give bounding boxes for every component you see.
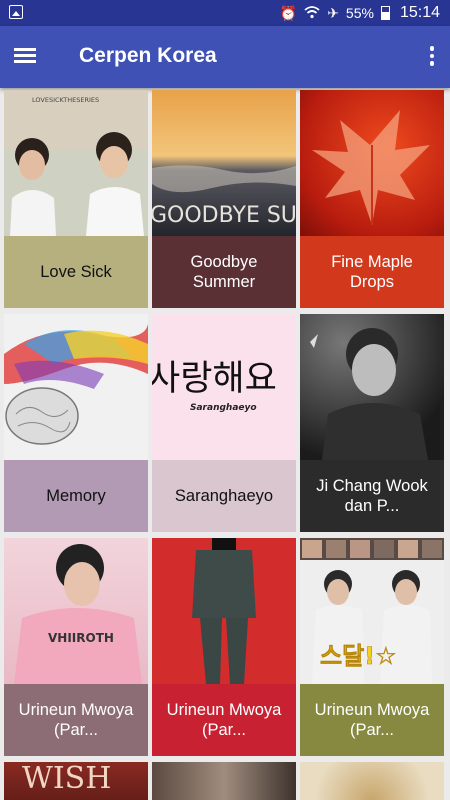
story-thumbnail: LOVESICKTHESERIES — [4, 90, 148, 236]
story-card[interactable] — [300, 762, 444, 800]
image-notification-icon — [9, 5, 23, 19]
story-thumbnail: 사랑해요 Saranghaeyo — [152, 314, 296, 460]
story-thumbnail: 스달!☆ — [300, 538, 444, 684]
story-card[interactable]: LOVESICKTHESERIES Love Sick — [4, 90, 148, 308]
alarm-icon: ⏰ — [279, 5, 298, 21]
status-bar: ⏰ ✈ 55% 15:14 — [0, 0, 450, 26]
story-grid: LOVESICKTHESERIES Love Sick GOODBYE SUMM… — [4, 90, 446, 800]
thumb-text: LOVESICKTHESERIES — [32, 96, 99, 104]
story-card[interactable]: Ji Chang Wook dan P... — [300, 314, 444, 532]
thumb-text: WISH — [22, 762, 111, 796]
story-title: Saranghaeyo — [152, 460, 296, 532]
status-bar-right: ⏰ ✈ 55% 15:14 — [280, 4, 440, 22]
story-card[interactable]: WISH — [4, 762, 148, 800]
more-vert-icon[interactable] — [428, 46, 436, 68]
thumb-text: VHIIROTH — [48, 631, 114, 645]
story-title: Fine Maple Drops — [300, 236, 444, 308]
story-thumbnail — [300, 762, 444, 800]
story-thumbnail — [152, 762, 296, 800]
story-title: Urineun Mwoya (Par... — [4, 684, 148, 756]
wifi-icon — [304, 5, 320, 22]
battery-icon — [380, 6, 390, 20]
story-card[interactable]: Urineun Mwoya (Par... — [152, 538, 296, 756]
story-title: Goodbye Summer — [152, 236, 296, 308]
app-bar: Cerpen Korea — [0, 26, 450, 88]
story-thumbnail — [4, 314, 148, 460]
story-card[interactable] — [152, 762, 296, 800]
story-title: Love Sick — [4, 236, 148, 308]
story-card[interactable]: Fine Maple Drops — [300, 90, 444, 308]
story-card[interactable]: 사랑해요 Saranghaeyo Saranghaeyo — [152, 314, 296, 532]
story-thumbnail — [300, 90, 444, 236]
story-title: Urineun Mwoya (Par... — [152, 684, 296, 756]
story-card[interactable]: VHIIROTH Urineun Mwoya (Par... — [4, 538, 148, 756]
story-thumbnail: GOODBYE SUMME — [152, 90, 296, 236]
story-thumbnail — [152, 538, 296, 684]
hamburger-menu-icon[interactable] — [14, 45, 38, 65]
story-title: Urineun Mwoya (Par... — [300, 684, 444, 756]
thumb-text: GOODBYE SUMME — [152, 203, 296, 228]
story-thumbnail — [300, 314, 444, 460]
story-card[interactable]: GOODBYE SUMME Goodbye Summer — [152, 90, 296, 308]
thumb-text: 사랑해요 — [152, 359, 277, 399]
story-title: Ji Chang Wook dan P... — [300, 460, 444, 532]
story-title: Memory — [4, 460, 148, 532]
story-thumbnail: VHIIROTH — [4, 538, 148, 684]
battery-percent: 55% — [345, 5, 374, 21]
story-card[interactable]: Memory — [4, 314, 148, 532]
thumb-text: 스달!☆ — [320, 642, 397, 670]
story-thumbnail: WISH — [4, 762, 148, 800]
app-title: Cerpen Korea — [79, 44, 217, 67]
story-card[interactable]: 스달!☆ Urineun Mwoya (Par... — [300, 538, 444, 756]
thumb-subtext: Saranghaeyo — [190, 403, 257, 413]
clock: 15:14 — [399, 4, 440, 21]
airplane-icon: ✈ — [327, 5, 339, 21]
